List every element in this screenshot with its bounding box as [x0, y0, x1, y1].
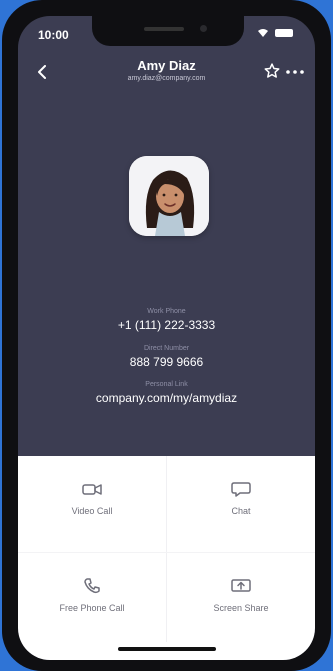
- chat-button[interactable]: Chat: [167, 456, 315, 552]
- wifi-icon: [258, 29, 268, 37]
- video-camera-icon: [82, 484, 102, 495]
- video-call-button[interactable]: Video Call: [18, 456, 166, 552]
- extension-label: Direct Number: [143, 345, 190, 352]
- speaker-grille: [144, 27, 184, 31]
- status-time: 10:00: [38, 28, 69, 42]
- device-notch: [92, 16, 244, 46]
- extension-block: Direct Number 888 799 9666: [18, 344, 315, 370]
- status-icons: [257, 28, 293, 38]
- contact-header: Amy Diaz amy.diaz@company.com: [18, 56, 315, 96]
- extension-value[interactable]: 888 799 9666: [18, 354, 315, 370]
- favorite-star-icon[interactable]: [263, 62, 281, 80]
- chat-label: Chat: [231, 506, 251, 516]
- video-call-label: Video Call: [71, 506, 113, 516]
- avatar: [129, 156, 209, 236]
- more-options-button[interactable]: [285, 62, 305, 80]
- personal-link-label: Personal Link: [145, 381, 188, 388]
- phone-frame: 10:00 Amy Diaz amy.diaz@company.com Work…: [2, 0, 331, 671]
- phone-call-label: Free Phone Call: [59, 603, 125, 613]
- screen-share-icon: [231, 579, 251, 592]
- screen-share-label: Screen Share: [213, 603, 269, 613]
- front-camera: [200, 25, 207, 32]
- home-indicator[interactable]: [118, 647, 216, 651]
- work-phone-block: Work Phone +1 (111) 222-3333: [18, 307, 315, 333]
- personal-link-block: Personal Link company.com/my/amydiaz: [18, 380, 315, 406]
- battery-icon: [275, 29, 293, 37]
- avatar-photo: [129, 156, 209, 236]
- phone-call-button[interactable]: Free Phone Call: [18, 553, 166, 649]
- phone-icon: [84, 578, 100, 594]
- contact-screen: 10:00 Amy Diaz amy.diaz@company.com Work…: [18, 16, 315, 660]
- action-panel: Video Call Chat Free Phone Call Screen S…: [18, 456, 315, 660]
- work-phone-value[interactable]: +1 (111) 222-3333: [18, 317, 315, 333]
- more-horizontal-icon: [286, 70, 304, 74]
- personal-link-value[interactable]: company.com/my/amydiaz: [18, 390, 315, 406]
- screen-share-button[interactable]: Screen Share: [167, 553, 315, 649]
- work-phone-label: Work Phone: [147, 308, 186, 315]
- chat-bubble-icon: [231, 482, 251, 497]
